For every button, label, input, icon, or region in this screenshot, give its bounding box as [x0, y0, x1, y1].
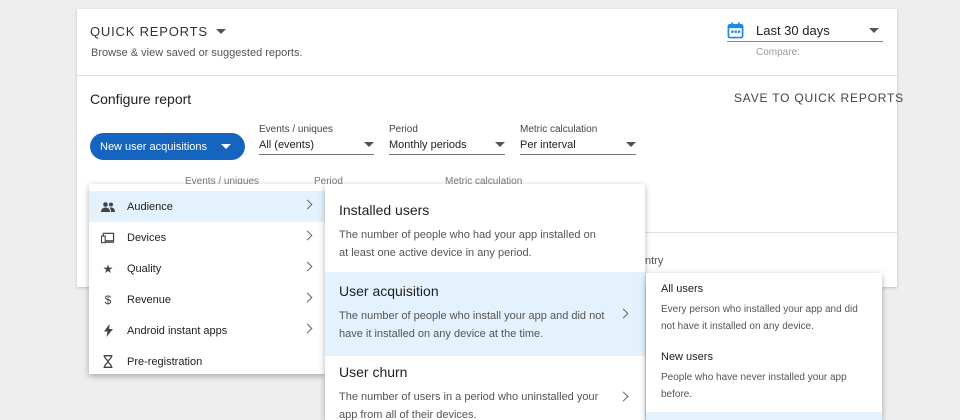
category-menu: Audience Devices ★ Quality $ Revenue And…: [89, 184, 325, 374]
menu-item-quality[interactable]: ★ Quality: [89, 253, 325, 284]
caret-down-icon: [626, 142, 636, 147]
menu-item-label: Revenue: [127, 293, 172, 306]
quick-reports-subtitle: Browse & view saved or suggested reports…: [91, 47, 303, 59]
menu-item-label: Quality: [127, 262, 162, 275]
caret-down-icon: [215, 29, 226, 34]
hourglass-icon: [101, 355, 115, 369]
compare-label[interactable]: Compare:: [756, 47, 800, 58]
configure-report-title: Configure report: [90, 91, 192, 107]
menu-item-audience[interactable]: Audience: [89, 191, 325, 222]
report-type-button[interactable]: New user acquisitions: [90, 133, 245, 160]
menu-item-description: The number of people who install your ap…: [339, 310, 605, 340]
menu-item-pre-registration[interactable]: Pre-registration: [89, 346, 325, 377]
menu-item-label: Pre-registration: [127, 355, 203, 368]
events-uniques-select[interactable]: Events / uniques All (events): [259, 124, 374, 155]
save-to-quick-reports-button[interactable]: SAVE TO QUICK REPORTS: [734, 91, 904, 105]
select-value-text: All (events): [259, 138, 315, 151]
menu-item-description: The number of people who had your app in…: [339, 229, 596, 259]
chevron-right-icon: [302, 261, 313, 272]
metric-menu: Installed users The number of people who…: [325, 184, 645, 420]
option-menu: All users Every person who installed you…: [646, 273, 882, 420]
caret-down-icon: [495, 142, 505, 147]
report-type-label: New user acquisitions: [100, 140, 207, 153]
caret-down-icon: [221, 144, 231, 149]
menu-item-new-users[interactable]: New users People who have never installe…: [646, 351, 882, 403]
select-value: Per interval: [520, 135, 636, 155]
star-icon: ★: [102, 261, 114, 276]
select-value-text: Per interval: [520, 138, 576, 151]
people-icon: [101, 200, 115, 214]
chevron-right-icon: [302, 199, 313, 210]
date-range-value: Last 30 days: [756, 23, 830, 38]
background-label: ntry: [645, 255, 664, 267]
select-label: Period: [389, 124, 418, 135]
chevron-right-icon: [618, 308, 629, 319]
caret-down-icon: [364, 142, 374, 147]
chevron-right-icon: [302, 323, 313, 334]
select-value: All (events): [259, 135, 374, 155]
quick-reports-title: QUICK REPORTS: [90, 24, 208, 39]
period-select[interactable]: Period Monthly periods: [389, 124, 505, 155]
menu-item-title: User churn: [339, 364, 408, 380]
dollar-icon: $: [104, 292, 112, 307]
menu-item-title: All users: [661, 283, 704, 295]
chevron-right-icon: [618, 391, 629, 402]
divider: [77, 75, 897, 76]
date-range-select[interactable]: Last 30 days: [727, 20, 883, 42]
select-value-text: Monthly periods: [389, 138, 467, 151]
select-value: Monthly periods: [389, 135, 505, 155]
calendar-icon: [727, 22, 744, 39]
menu-item-all-users[interactable]: All users Every person who installed you…: [646, 283, 882, 335]
metric-calculation-select[interactable]: Metric calculation Per interval: [520, 124, 636, 155]
menu-item-label: Audience: [127, 200, 173, 213]
menu-item-label: Android instant apps: [127, 324, 228, 337]
menu-item-user-acquisition[interactable]: User acquisition The number of people wh…: [325, 272, 645, 356]
menu-item-label: Devices: [127, 231, 167, 244]
divider: [645, 232, 897, 233]
menu-item-next-highlight[interactable]: [646, 412, 882, 420]
menu-item-title: User acquisition: [339, 283, 439, 299]
menu-item-title: New users: [661, 351, 713, 363]
bolt-icon: [101, 324, 115, 338]
menu-item-revenue[interactable]: $ Revenue: [89, 284, 325, 315]
menu-item-description: People who have never installed your app…: [661, 372, 847, 400]
menu-item-description: Every person who installed your app and …: [661, 304, 858, 332]
chevron-right-icon: [302, 230, 313, 241]
caret-down-icon: [869, 28, 879, 33]
devices-icon: [101, 231, 115, 245]
menu-item-devices[interactable]: Devices: [89, 222, 325, 253]
menu-item-android-instant-apps[interactable]: Android instant apps: [89, 315, 325, 346]
menu-item-installed-users[interactable]: Installed users The number of people who…: [325, 184, 645, 272]
select-label: Events / uniques: [259, 124, 333, 135]
select-label: Metric calculation: [520, 124, 598, 135]
menu-item-title: Installed users: [339, 202, 430, 218]
chevron-right-icon: [302, 292, 313, 303]
menu-item-user-churn[interactable]: User churn The number of users in a peri…: [325, 356, 645, 420]
quick-reports-dropdown[interactable]: QUICK REPORTS: [90, 24, 226, 39]
menu-item-description: The number of users in a period who unin…: [339, 391, 599, 420]
